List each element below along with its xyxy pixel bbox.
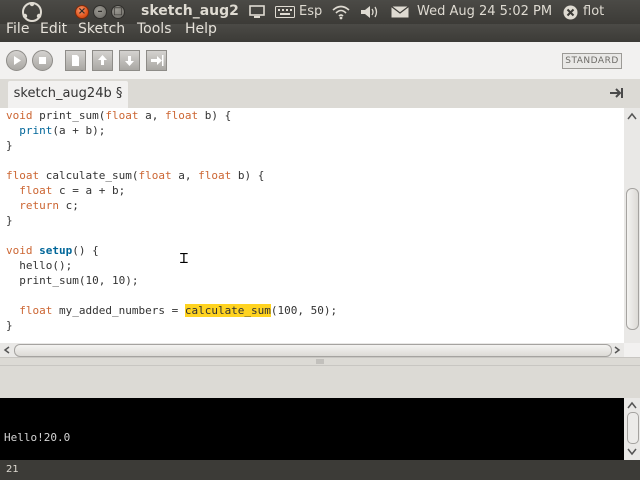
- scroll-thumb[interactable]: [14, 344, 612, 357]
- session-icon[interactable]: [563, 5, 578, 20]
- scroll-thumb[interactable]: [627, 412, 639, 444]
- clock[interactable]: Wed Aug 24 5:02 PM: [417, 4, 552, 19]
- close-window-button[interactable]: ×: [75, 5, 89, 19]
- user-name[interactable]: flot: [583, 4, 604, 19]
- scroll-left-arrow-icon[interactable]: [3, 346, 11, 354]
- ubuntu-logo-icon[interactable]: [22, 2, 42, 22]
- code-editor[interactable]: void print_sum(float a, float b) { print…: [0, 108, 624, 343]
- code-line: }: [6, 139, 13, 152]
- play-icon: [14, 56, 21, 65]
- highlighted-token: calculate_sum: [184, 304, 271, 317]
- code-line: return c;: [19, 199, 79, 212]
- minimize-window-button[interactable]: –: [93, 5, 107, 19]
- editor-vertical-scrollbar[interactable]: [624, 108, 640, 343]
- export-button[interactable]: [146, 50, 167, 71]
- console-output: Hello!20.0: [4, 431, 71, 444]
- code-line: }: [6, 214, 13, 227]
- mail-icon[interactable]: [391, 6, 409, 18]
- code-line: print_sum(10, 10);: [6, 274, 139, 287]
- open-button[interactable]: [92, 50, 113, 71]
- mode-selector[interactable]: STANDARD: [562, 53, 622, 69]
- minimize-icon: –: [97, 6, 103, 17]
- keyboard-layout-indicator[interactable]: Esp: [299, 4, 322, 19]
- export-arrow-right-icon: [151, 55, 164, 66]
- status-bar: 21: [0, 460, 640, 480]
- code-line: float my_added_numbers = calculate_sum(1…: [19, 304, 338, 317]
- scroll-thumb[interactable]: [626, 188, 639, 330]
- code-line: hello();: [6, 259, 73, 272]
- run-button[interactable]: [6, 50, 27, 71]
- stop-icon: [39, 57, 46, 64]
- menu-bar: File Edit Sketch Tools Help: [0, 21, 640, 42]
- close-icon: ×: [77, 6, 87, 17]
- tab-sketch[interactable]: sketch_aug24b §: [8, 81, 128, 108]
- scroll-down-arrow-icon[interactable]: [627, 448, 637, 456]
- open-arrow-up-icon: [98, 55, 107, 65]
- code-line: float c = a + b;: [19, 184, 126, 197]
- menu-edit[interactable]: Edit: [40, 21, 67, 37]
- save-arrow-down-icon: [125, 56, 134, 66]
- code-line: }: [6, 319, 13, 332]
- grip-icon: [316, 359, 324, 364]
- scroll-right-arrow-icon[interactable]: [613, 346, 621, 354]
- display-icon[interactable]: [249, 5, 265, 19]
- new-file-icon: [72, 55, 79, 66]
- menu-help[interactable]: Help: [185, 21, 217, 37]
- code-line: float calculate_sum(float a, float b) {: [6, 169, 265, 182]
- scroll-up-arrow-icon[interactable]: [627, 401, 637, 409]
- keyboard-icon[interactable]: [275, 6, 295, 18]
- scroll-up-arrow-icon[interactable]: [627, 112, 637, 120]
- line-number: 21: [6, 464, 19, 475]
- console[interactable]: Hello!20.0: [0, 398, 624, 460]
- stop-button[interactable]: [32, 50, 53, 71]
- menu-tools[interactable]: Tools: [137, 21, 172, 37]
- editor-horizontal-scrollbar[interactable]: [0, 343, 624, 357]
- maximize-icon: □: [113, 6, 123, 17]
- menu-file[interactable]: File: [6, 21, 29, 37]
- console-scrollbar[interactable]: [624, 398, 640, 460]
- code-line: print(a + b);: [19, 124, 106, 137]
- volume-icon[interactable]: [360, 5, 380, 19]
- text-cursor-icon: Ɪ: [180, 251, 188, 267]
- menu-sketch[interactable]: Sketch: [78, 21, 125, 37]
- tab-menu-arrow-icon[interactable]: [606, 84, 626, 102]
- code-line: void print_sum(float a, float b) {: [6, 109, 232, 122]
- maximize-window-button[interactable]: □: [111, 5, 125, 19]
- tab-strip: sketch_aug24b §: [0, 79, 640, 108]
- message-area: [0, 365, 640, 399]
- save-button[interactable]: [119, 50, 140, 71]
- code-line: void setup() {: [6, 244, 99, 257]
- wifi-icon[interactable]: [332, 4, 350, 20]
- new-button[interactable]: [65, 50, 86, 71]
- window-title: sketch_aug2: [141, 3, 239, 19]
